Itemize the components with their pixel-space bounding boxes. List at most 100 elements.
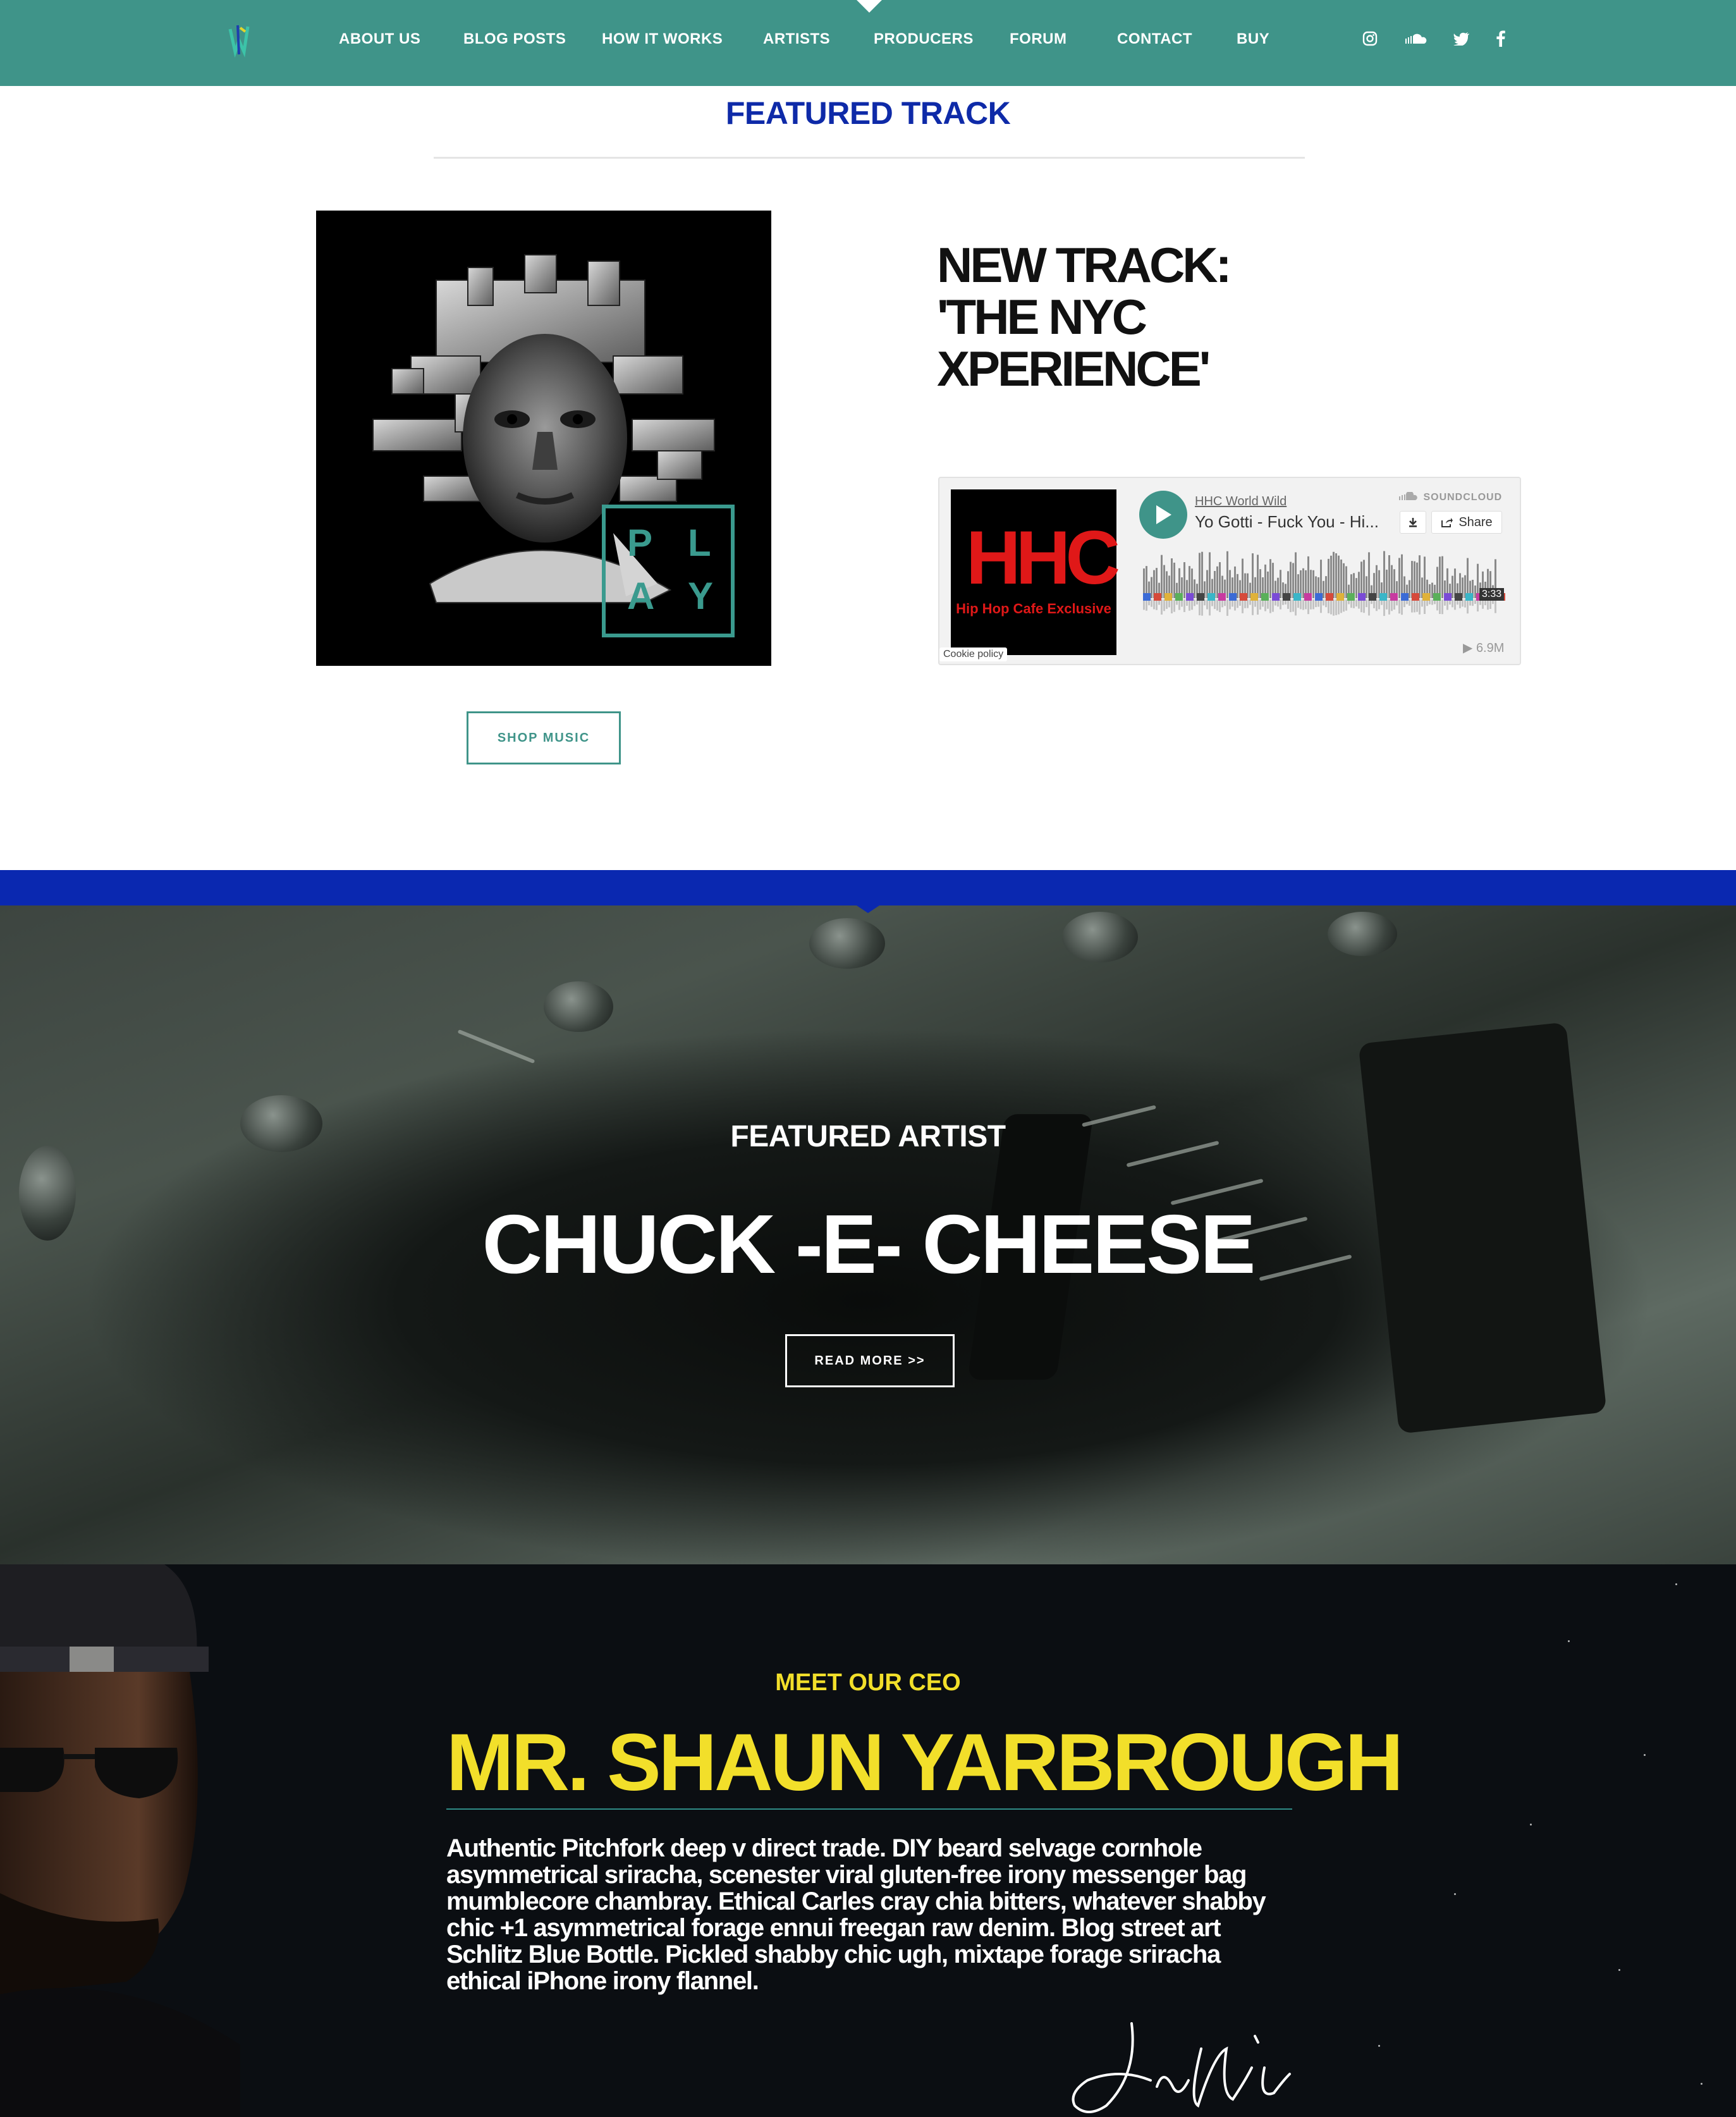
comment-avatar[interactable] xyxy=(1433,593,1441,601)
waveform-reflection xyxy=(1366,599,1367,608)
soundcloud-waveform[interactable] xyxy=(1143,549,1507,620)
comment-avatar[interactable] xyxy=(1315,593,1323,601)
comment-avatar[interactable] xyxy=(1358,593,1366,601)
waveform-reflection xyxy=(1267,599,1269,609)
waveform-bar xyxy=(1199,553,1201,598)
comment-avatar[interactable] xyxy=(1283,593,1290,601)
comment-avatar[interactable] xyxy=(1186,593,1194,601)
waveform-reflection xyxy=(1194,599,1195,606)
comment-avatar[interactable] xyxy=(1143,593,1151,601)
soundcloud-brand[interactable]: SOUNDCLOUD xyxy=(1398,491,1502,503)
soundcloud-user-link[interactable]: HHC World Wild xyxy=(1195,494,1287,509)
comment-avatar[interactable] xyxy=(1154,593,1161,601)
comment-avatar[interactable] xyxy=(1465,593,1473,601)
comment-avatar[interactable] xyxy=(1369,593,1376,601)
soundcloud-play-button[interactable] xyxy=(1139,491,1187,539)
comment-avatar[interactable] xyxy=(1455,593,1462,601)
comment-avatar[interactable] xyxy=(1293,593,1301,601)
soundcloud-player: HHC Hip Hop Cafe Exclusive HHC World Wil… xyxy=(938,477,1521,665)
ceo-label: MEET OUR CEO xyxy=(775,1669,961,1696)
comment-avatar[interactable] xyxy=(1164,593,1172,601)
waveform-bar xyxy=(1363,560,1365,598)
soundcloud-artwork[interactable]: HHC Hip Hop Cafe Exclusive xyxy=(951,489,1120,655)
comment-avatar[interactable] xyxy=(1197,593,1204,601)
comment-avatar[interactable] xyxy=(1272,593,1280,601)
instagram-icon[interactable] xyxy=(1359,28,1381,49)
comment-avatar[interactable] xyxy=(1390,593,1398,601)
waveform-reflection xyxy=(1166,599,1168,609)
waveform-reflection xyxy=(1414,599,1415,613)
band-caret xyxy=(857,905,879,913)
comment-avatar[interactable] xyxy=(1401,593,1409,601)
waveform-bar xyxy=(1237,574,1238,598)
waveform-bar xyxy=(1151,577,1152,598)
comment-avatar[interactable] xyxy=(1379,593,1387,601)
cookie-policy-link[interactable]: Cookie policy xyxy=(939,647,1008,661)
waveform-reflection xyxy=(1199,599,1201,616)
comment-avatar[interactable] xyxy=(1261,593,1269,601)
comment-avatar[interactable] xyxy=(1218,593,1226,601)
comment-avatar[interactable] xyxy=(1229,593,1237,601)
comment-avatar[interactable] xyxy=(1250,593,1258,601)
waveform-reflection xyxy=(1310,599,1312,610)
comment-avatar[interactable] xyxy=(1240,593,1247,601)
waveform-reflection xyxy=(1259,599,1261,610)
comment-avatar[interactable] xyxy=(1347,593,1355,601)
waveform-bar xyxy=(1259,569,1261,598)
nav-buy[interactable]: BUY xyxy=(1237,30,1269,52)
waveform-reflection xyxy=(1439,599,1441,614)
hhc-logo-text: HHC xyxy=(966,515,1120,600)
star xyxy=(1675,1583,1677,1585)
waveform-bar xyxy=(1452,575,1453,598)
waveform-reflection xyxy=(1355,599,1357,607)
nav-contact[interactable]: CONTACT xyxy=(1117,30,1192,52)
soundcloud-track-title[interactable]: Yo Gotti - Fuck You - Hi... xyxy=(1195,512,1379,532)
nav-artists[interactable]: ARTISTS xyxy=(763,30,830,52)
featured-artist-name: CHUCK -E- CHEESE xyxy=(482,1198,1256,1291)
waveform-reflection xyxy=(1436,599,1438,611)
waveform-bar xyxy=(1302,568,1304,598)
nav-forum[interactable]: FORUM xyxy=(1010,30,1067,52)
waveform-reflection xyxy=(1146,599,1147,611)
soundcloud-share-button[interactable]: Share xyxy=(1431,511,1502,534)
read-more-button[interactable]: READ MORE >> xyxy=(785,1334,955,1387)
waveform-reflection xyxy=(1153,599,1155,610)
waveform-reflection xyxy=(1163,599,1165,611)
waveform-reflection xyxy=(1201,599,1203,616)
waveform-bar xyxy=(1419,555,1421,598)
nav-how-it-works[interactable]: HOW IT WORKS xyxy=(602,30,723,52)
waveform-bar xyxy=(1474,585,1476,598)
album-cover[interactable]: P L A Y xyxy=(316,211,771,666)
comment-avatar[interactable] xyxy=(1444,593,1452,601)
waveform-reflection xyxy=(1489,599,1491,609)
comment-avatar[interactable] xyxy=(1422,593,1430,601)
waveform-bar xyxy=(1416,562,1418,598)
waveform-reflection xyxy=(1252,599,1254,615)
nav-blog-posts[interactable]: BLOG POSTS xyxy=(463,30,566,52)
soundcloud-icon[interactable] xyxy=(1403,28,1429,49)
site-logo[interactable] xyxy=(226,23,252,58)
comment-avatar[interactable] xyxy=(1207,593,1215,601)
waveform-bar xyxy=(1411,561,1413,598)
soundcloud-download-button[interactable] xyxy=(1400,511,1426,534)
waveform-reflection xyxy=(1360,599,1362,613)
play-badge: P L A Y xyxy=(602,505,735,637)
waveform-bar xyxy=(1320,560,1322,598)
mixer-knob xyxy=(1062,912,1138,962)
shop-music-button[interactable]: SHOP MUSIC xyxy=(467,711,621,764)
comment-avatar[interactable] xyxy=(1412,593,1419,601)
nav-producers[interactable]: PRODUCERS xyxy=(874,30,974,52)
comment-avatar[interactable] xyxy=(1175,593,1183,601)
comment-avatar[interactable] xyxy=(1336,593,1344,601)
facebook-icon[interactable] xyxy=(1490,28,1512,49)
waveform-reflection xyxy=(1398,599,1400,614)
comment-avatar[interactable] xyxy=(1304,593,1312,601)
waveform-reflection xyxy=(1229,599,1231,610)
share-icon xyxy=(1441,518,1453,527)
waveform-reflection xyxy=(1292,599,1294,612)
waveform-reflection xyxy=(1409,599,1410,606)
nav-about-us[interactable]: ABOUT US xyxy=(339,30,420,52)
comment-avatar[interactable] xyxy=(1326,593,1333,601)
twitter-icon[interactable] xyxy=(1451,28,1472,49)
waveform-reflection xyxy=(1416,599,1418,612)
